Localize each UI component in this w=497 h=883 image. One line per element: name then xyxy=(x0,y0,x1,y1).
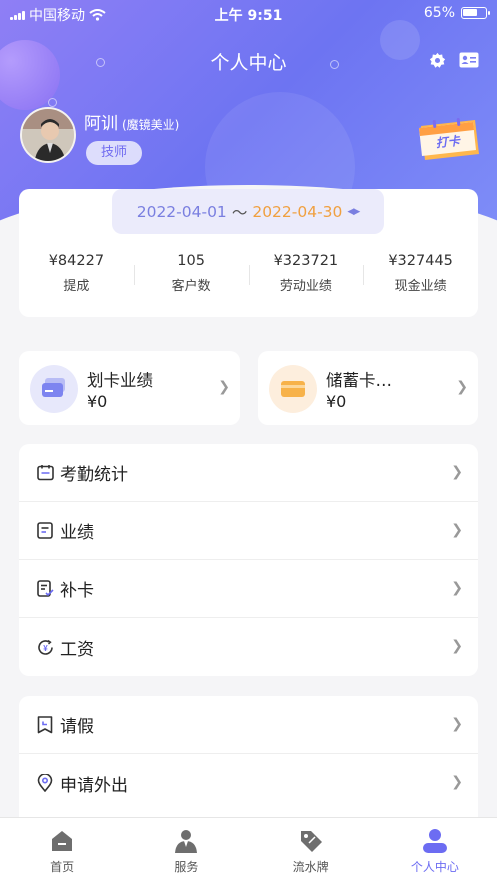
settings-icon[interactable] xyxy=(427,51,447,69)
battery: 65% xyxy=(423,5,490,21)
home-icon xyxy=(49,828,75,854)
status-bar: 中国移动 上午 9:51 65% xyxy=(0,0,497,26)
page-title: 个人中心 xyxy=(210,52,287,74)
punch-in-button[interactable]: 打卡 xyxy=(415,116,481,162)
date-separator: ～ xyxy=(231,203,248,222)
stat-value: 105 xyxy=(177,253,205,269)
card-value: ¥0 xyxy=(87,392,108,411)
stat-labor-performance[interactable]: ¥323721 劳动业绩 xyxy=(248,253,364,294)
calendar-punch-icon: 打卡 xyxy=(419,117,479,160)
stats-row: ¥84227 提成 105 客户数 ¥323721 劳动业绩 ¥327445 现… xyxy=(19,253,478,294)
menu-item-attendance[interactable]: 考勤统计 ❯ xyxy=(19,444,478,502)
chevron-right-icon: ❯ xyxy=(456,379,468,395)
tab-label: 流水牌 xyxy=(292,860,329,874)
header-actions xyxy=(427,51,479,69)
stat-label: 劳动业绩 xyxy=(279,279,332,294)
tab-label: 服务 xyxy=(174,860,199,874)
menu-item-salary[interactable]: ¥ 工资 ❯ xyxy=(19,618,478,676)
card-title: 划卡业绩 xyxy=(87,371,153,390)
id-card-icon[interactable] xyxy=(459,51,479,69)
document-icon xyxy=(36,522,54,540)
card-title: 储蓄卡… xyxy=(326,371,392,390)
tab-home[interactable]: 首页 xyxy=(0,818,124,883)
tag-icon xyxy=(298,828,324,854)
menu-label: 业绩 xyxy=(60,523,94,543)
calendar-icon xyxy=(36,464,54,482)
chevron-right-icon: ❯ xyxy=(451,716,463,732)
salary-icon: ¥ xyxy=(36,638,54,656)
menu-group-1: 考勤统计 ❯ 业绩 ❯ 补卡 ❯ ¥ 工资 ❯ xyxy=(19,444,478,676)
stat-label: 客户数 xyxy=(171,279,211,294)
tab-flow-tag[interactable]: 流水牌 xyxy=(249,818,373,883)
document-check-icon xyxy=(36,580,54,598)
leave-icon xyxy=(36,715,54,734)
card-swipe-icon xyxy=(30,365,78,413)
savings-card-icon xyxy=(269,365,317,413)
savings-card-performance[interactable]: 储蓄卡… ¥0 ❯ xyxy=(258,351,478,425)
stat-cash-performance[interactable]: ¥327445 现金业绩 xyxy=(363,253,478,294)
decor-dot xyxy=(48,98,57,107)
avatar[interactable] xyxy=(20,107,76,163)
battery-icon xyxy=(461,7,490,19)
user-name: 阿训 xyxy=(84,114,118,134)
tab-label: 个人中心 xyxy=(410,860,459,874)
menu-label: 申请外出 xyxy=(60,775,128,796)
date-range-picker[interactable]: 2022-04-01 ～ 2022-04-30 ◀▶ xyxy=(112,189,384,234)
user-service-icon xyxy=(173,828,199,854)
stats-card: 2022-04-01 ～ 2022-04-30 ◀▶ ¥84227 提成 105… xyxy=(19,189,478,317)
location-icon xyxy=(36,774,54,792)
stat-label: 现金业绩 xyxy=(394,279,447,294)
profile-icon xyxy=(422,828,448,854)
chevron-right-icon: ❯ xyxy=(451,464,463,480)
menu-item-leave[interactable]: 请假 ❯ xyxy=(19,696,478,754)
tab-profile[interactable]: 个人中心 xyxy=(373,818,497,883)
tab-bar: 首页 服务 流水牌 个人中心 xyxy=(0,817,497,883)
chevron-right-icon: ❯ xyxy=(451,774,463,790)
role-badge: 技师 xyxy=(86,141,142,165)
stat-commission[interactable]: ¥84227 提成 xyxy=(19,253,134,294)
swap-arrows-icon: ◀▶ xyxy=(347,206,360,217)
status-time: 上午 9:51 xyxy=(214,8,283,24)
stat-label: 提成 xyxy=(63,279,90,294)
store-name: (魔镜美业) xyxy=(122,118,180,132)
stat-customers[interactable]: 105 客户数 xyxy=(133,253,249,294)
chevron-right-icon: ❯ xyxy=(451,638,463,654)
svg-text:¥: ¥ xyxy=(43,644,48,653)
date-start: 2022-04-01 xyxy=(136,202,227,221)
menu-label: 工资 xyxy=(60,639,94,660)
chevron-right-icon: ❯ xyxy=(218,379,230,395)
chevron-right-icon: ❯ xyxy=(451,580,463,596)
menu-label: 考勤统计 xyxy=(60,465,128,485)
date-end: 2022-04-30 xyxy=(252,202,343,221)
stat-value: ¥84227 xyxy=(48,253,105,269)
punch-label: 打卡 xyxy=(435,134,462,151)
menu-item-performance[interactable]: 业绩 ❯ xyxy=(19,502,478,560)
profile-name-row: 阿训 (魔镜美业) xyxy=(84,109,179,134)
battery-percent: 65% xyxy=(423,5,455,21)
menu-item-go-out[interactable]: 申请外出 ❯ xyxy=(19,754,478,812)
menu-group-2: 请假 ❯ 申请外出 ❯ xyxy=(19,696,478,836)
menu-label: 补卡 xyxy=(60,581,94,601)
card-value: ¥0 xyxy=(326,392,347,411)
stat-value: ¥327445 xyxy=(388,253,453,269)
tab-label: 首页 xyxy=(50,860,75,874)
card-swipe-performance[interactable]: 划卡业绩 ¥0 ❯ xyxy=(19,351,240,425)
tab-service[interactable]: 服务 xyxy=(124,818,248,883)
menu-label: 请假 xyxy=(60,717,94,737)
chevron-right-icon: ❯ xyxy=(451,522,463,538)
menu-item-punch-supplement[interactable]: 补卡 ❯ xyxy=(19,560,478,618)
stat-value: ¥323721 xyxy=(273,253,339,269)
